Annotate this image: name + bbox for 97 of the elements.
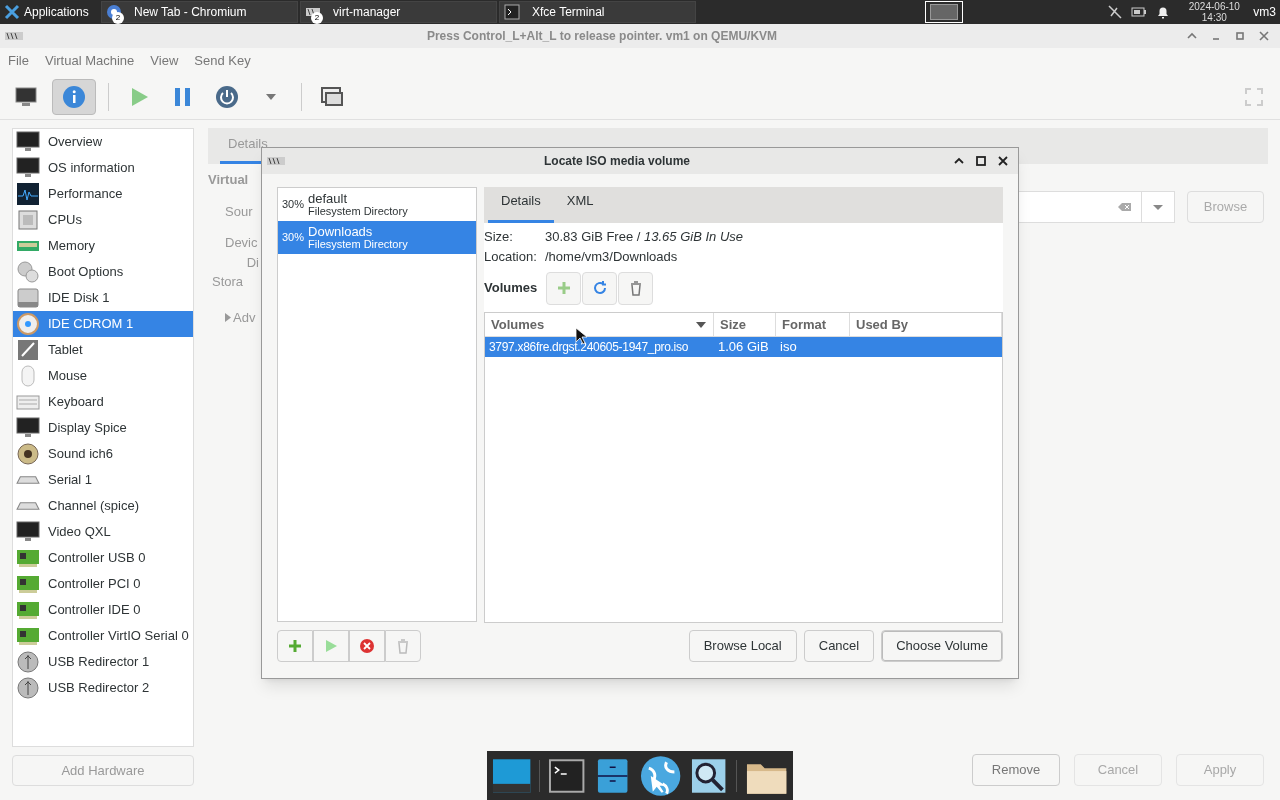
hardware-item[interactable]: Tablet [13, 337, 193, 363]
hardware-item[interactable]: Controller PCI 0 [13, 571, 193, 597]
chip-icon [16, 208, 40, 232]
search-icon[interactable] [690, 756, 728, 795]
plus-icon [287, 638, 303, 654]
volume-row[interactable]: 3797.x86fre.drgst.240605-1947_pro.iso 1.06 GiB iso [485, 337, 1002, 357]
monitor-icon [14, 84, 38, 109]
disc-icon [16, 312, 40, 336]
taskbar-button[interactable]: 2 New Tab - Chromium [101, 1, 298, 23]
monitor-icon [16, 416, 40, 440]
action-button[interactable]: Remove [972, 754, 1060, 786]
menu-item[interactable]: Virtual Machine [44, 51, 135, 71]
snapshots-icon [320, 84, 344, 109]
window-title: Press Control_L+Alt_L to release pointer. vm1 on QEMU/KVM [425, 28, 779, 45]
hardware-item[interactable]: Overview [13, 129, 193, 155]
stop-icon [359, 638, 375, 654]
hardware-item[interactable]: Channel (spice) [13, 493, 193, 519]
monitor-icon [16, 520, 40, 544]
field-label: Stora [211, 273, 245, 291]
location-label: Location: [484, 248, 538, 267]
close-icon[interactable] [997, 155, 1009, 167]
expander-arrow-icon [225, 312, 231, 322]
window-count-badge: 2 [311, 12, 323, 24]
hardware-item[interactable]: Memory [13, 233, 193, 259]
field-label: Devic [224, 234, 259, 252]
network-off-icon[interactable] [1107, 4, 1124, 20]
maximize-icon[interactable] [975, 155, 987, 167]
graph-icon [16, 182, 40, 206]
refresh-icon [591, 280, 608, 296]
hardware-item[interactable]: IDE CDROM 1 [13, 311, 193, 337]
window-count-badge: 2 [112, 12, 124, 24]
hardware-item[interactable]: USB Redirector 1 [13, 649, 193, 675]
volumes-label: Volumes [484, 279, 538, 298]
menu-item[interactable]: View [150, 51, 179, 71]
trash-icon [395, 638, 411, 654]
info-icon [62, 84, 86, 109]
clock-date: 2024-06-10 [1188, 1, 1240, 12]
section-heading: Virtual [208, 171, 250, 189]
workspace-switcher[interactable] [925, 1, 964, 23]
battery-icon[interactable] [1131, 4, 1148, 20]
start-pool-button[interactable] [313, 630, 349, 662]
usb-icon [16, 676, 40, 700]
column-header[interactable]: Used By [850, 313, 1002, 336]
taskbar-button[interactable]: Xfce Terminal [499, 1, 696, 23]
field-label: Di [245, 253, 260, 272]
terminal-icon[interactable] [548, 756, 586, 795]
hardware-item[interactable]: Controller USB 0 [13, 545, 193, 571]
hardware-item[interactable]: Serial 1 [13, 467, 193, 493]
hardware-item[interactable]: OS information [13, 155, 193, 181]
xfce-icon [4, 4, 20, 20]
clock-time: 14:30 [1201, 12, 1227, 23]
table-cell: iso [780, 339, 797, 355]
globe-icon[interactable] [639, 753, 683, 798]
field-label: Sour [224, 202, 254, 221]
tablet-icon [16, 338, 40, 362]
dialog-button[interactable]: Browse Local [688, 630, 797, 662]
hardware-item[interactable]: Boot Options [13, 259, 193, 285]
refresh-button[interactable] [582, 271, 618, 305]
menu-item[interactable]: File [8, 51, 29, 71]
hardware-item[interactable]: CPUs [13, 207, 193, 233]
table-cell: 1.06 GiB [718, 339, 769, 355]
column-header[interactable]: Size [714, 313, 776, 336]
hardware-item[interactable]: Controller IDE 0 [13, 597, 193, 623]
dialog-title: Locate ISO media volume [542, 153, 691, 170]
plus-icon [555, 280, 572, 296]
add-pool-button[interactable] [277, 630, 313, 662]
play-icon [323, 638, 339, 654]
clock[interactable]: 2024-06-10 14:30 [1183, 1, 1246, 23]
column-header[interactable]: Format [776, 313, 850, 336]
usb-icon [16, 650, 40, 674]
hardware-item[interactable]: Mouse [13, 363, 193, 389]
table-cell: 3797.x86fre.drgst.240605-1947_pro.iso [489, 340, 689, 355]
hardware-item[interactable]: Video QXL [13, 519, 193, 545]
hardware-item[interactable]: Sound ich6 [13, 441, 193, 467]
location-value: /home/vm3/Downloads [545, 248, 678, 267]
tab[interactable]: XML [553, 190, 607, 223]
size-value: 30.83 GiB Free / 13.65 GiB In Use [545, 228, 743, 247]
user-name[interactable]: vm3 [1253, 3, 1276, 21]
taskbar-button[interactable]: 2 virt-manager [300, 1, 497, 23]
speaker-icon [16, 442, 40, 466]
hardware-item[interactable]: Display Spice [13, 415, 193, 441]
hardware-item[interactable]: Controller VirtIO Serial 0 [13, 623, 193, 649]
hardware-item[interactable]: IDE Disk 1 [13, 285, 193, 311]
monitor-icon [16, 156, 40, 180]
terminal-icon [504, 4, 520, 20]
delete-volume-button[interactable] [618, 271, 654, 305]
hardware-item[interactable]: Performance [13, 181, 193, 207]
dialog-button[interactable]: Cancel [803, 630, 875, 662]
monitor-icon [16, 130, 40, 154]
applications-menu[interactable]: Applications [0, 3, 100, 21]
size-label: Size: [484, 228, 514, 247]
hardware-item[interactable]: Keyboard [13, 389, 193, 415]
hardware-item[interactable]: USB Redirector 2 [13, 675, 193, 701]
menu-item[interactable]: Send Key [194, 51, 251, 71]
power-icon [215, 84, 239, 109]
stop-pool-button[interactable] [349, 630, 385, 662]
dialog-button[interactable]: Choose Volume [881, 630, 1003, 662]
